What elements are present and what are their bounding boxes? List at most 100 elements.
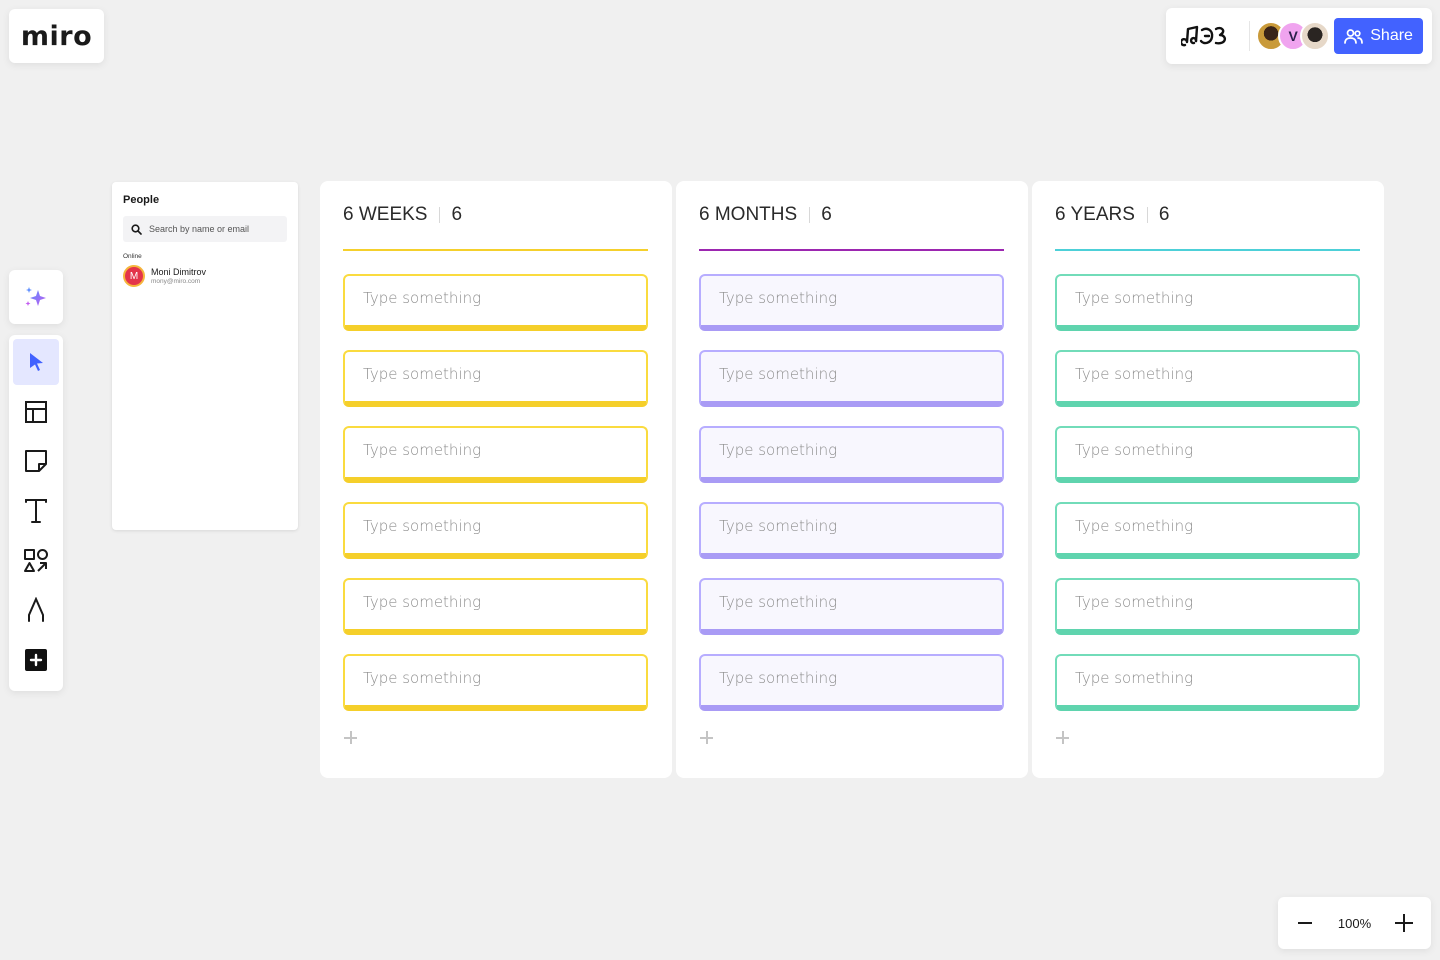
column-header: 6 YEARS 6	[1055, 204, 1361, 226]
pen-icon	[28, 597, 44, 623]
card[interactable]	[699, 654, 1004, 711]
card[interactable]	[1055, 502, 1360, 559]
online-label: Online	[123, 253, 142, 260]
header-separator	[809, 207, 811, 223]
collaboration-bar: V Share	[1166, 8, 1432, 64]
sticky-note-icon	[25, 450, 47, 473]
share-label: Share	[1370, 27, 1413, 44]
tool-shapes[interactable]	[13, 538, 59, 584]
card-input[interactable]	[363, 669, 628, 687]
zoom-out-button[interactable]	[1294, 912, 1316, 934]
card-input[interactable]	[363, 517, 628, 535]
card-input[interactable]	[1075, 593, 1340, 611]
cursor-icon	[30, 352, 43, 371]
card[interactable]	[699, 350, 1004, 407]
layout-icon	[25, 400, 47, 423]
plus-icon	[1395, 914, 1413, 932]
music-notes-board-icon[interactable]	[1178, 20, 1235, 52]
card-input[interactable]	[719, 593, 984, 611]
column-header: 6 WEEKS 6	[343, 204, 649, 226]
add-card-button[interactable]	[1055, 730, 1071, 746]
column-6-weeks: 6 WEEKS 6	[320, 181, 672, 778]
ai-assist-button[interactable]	[9, 270, 63, 324]
card-list	[343, 274, 649, 711]
card[interactable]	[343, 654, 648, 711]
card[interactable]	[343, 578, 648, 635]
zoom-control: 100%	[1278, 897, 1431, 949]
card-input[interactable]	[1075, 441, 1340, 459]
text-icon	[25, 499, 47, 524]
collaborator-avatars: V	[1256, 21, 1331, 51]
tool-more[interactable]	[13, 637, 59, 683]
card-input[interactable]	[363, 441, 628, 459]
column-count: 6	[1158, 204, 1170, 225]
tool-pen[interactable]	[13, 588, 59, 634]
card[interactable]	[343, 502, 648, 559]
column-6-months: 6 MONTHS 6	[676, 181, 1028, 778]
card-input[interactable]	[719, 289, 984, 307]
zoom-in-button[interactable]	[1393, 912, 1415, 934]
miro-logo[interactable]: miro	[9, 9, 104, 63]
header-separator	[1146, 207, 1148, 223]
card-input[interactable]	[719, 517, 984, 535]
card[interactable]	[699, 274, 1004, 331]
card-input[interactable]	[719, 365, 984, 383]
header-separator	[439, 207, 441, 223]
card-list	[699, 274, 1005, 711]
people-panel: People Online M Moni Dimitrov mony@miro.…	[112, 182, 298, 530]
shapes-icon	[24, 548, 48, 572]
person-name: Moni Dimitrov	[151, 267, 207, 277]
tool-templates[interactable]	[13, 389, 59, 435]
card[interactable]	[1055, 274, 1360, 331]
search-icon	[131, 223, 142, 235]
zoom-level[interactable]: 100%	[1338, 916, 1371, 931]
card[interactable]	[343, 274, 648, 331]
person-item[interactable]: M Moni Dimitrov mony@miro.com	[123, 265, 287, 287]
divider	[1249, 21, 1251, 51]
card[interactable]	[699, 578, 1004, 635]
sparkle-icon	[25, 287, 46, 306]
tool-sticky-note[interactable]	[13, 438, 59, 484]
share-button[interactable]: Share	[1334, 18, 1423, 54]
add-card-button[interactable]	[343, 730, 359, 746]
card[interactable]	[1055, 654, 1360, 711]
column-count: 6	[821, 204, 832, 225]
column-header: 6 MONTHS 6	[699, 204, 1005, 226]
card-input[interactable]	[1075, 517, 1340, 535]
column-accent-line	[343, 249, 648, 251]
people-title: People	[123, 194, 160, 206]
plus-square-icon	[25, 649, 47, 672]
tool-toolbar	[9, 335, 63, 691]
users-icon	[1344, 29, 1364, 44]
add-card-button[interactable]	[699, 730, 715, 746]
column-accent-line	[699, 249, 1004, 251]
card-input[interactable]	[1075, 669, 1340, 687]
card-input[interactable]	[363, 365, 628, 383]
tool-select[interactable]	[13, 339, 59, 385]
card-input[interactable]	[363, 289, 628, 307]
card[interactable]	[343, 426, 648, 483]
card-input[interactable]	[719, 669, 984, 687]
column-title: 6 YEARS	[1055, 204, 1135, 225]
card[interactable]	[1055, 578, 1360, 635]
column-title: 6 WEEKS	[343, 204, 428, 225]
card[interactable]	[699, 426, 1004, 483]
logo-text: miro	[20, 20, 93, 52]
card[interactable]	[1055, 426, 1360, 483]
column-count: 6	[451, 204, 463, 225]
people-search[interactable]	[123, 216, 287, 242]
card-input[interactable]	[1075, 365, 1340, 383]
card[interactable]	[343, 350, 648, 407]
card[interactable]	[699, 502, 1004, 559]
tool-text[interactable]	[13, 488, 59, 534]
column-accent-line	[1055, 249, 1360, 251]
avatar[interactable]	[1300, 21, 1331, 51]
column-title: 6 MONTHS	[699, 204, 798, 225]
card[interactable]	[1055, 350, 1360, 407]
card-input[interactable]	[363, 593, 628, 611]
card-input[interactable]	[719, 441, 984, 459]
people-search-input[interactable]	[149, 224, 279, 234]
avatar: M	[123, 265, 145, 287]
person-email: mony@miro.com	[151, 278, 201, 285]
card-input[interactable]	[1075, 289, 1340, 307]
